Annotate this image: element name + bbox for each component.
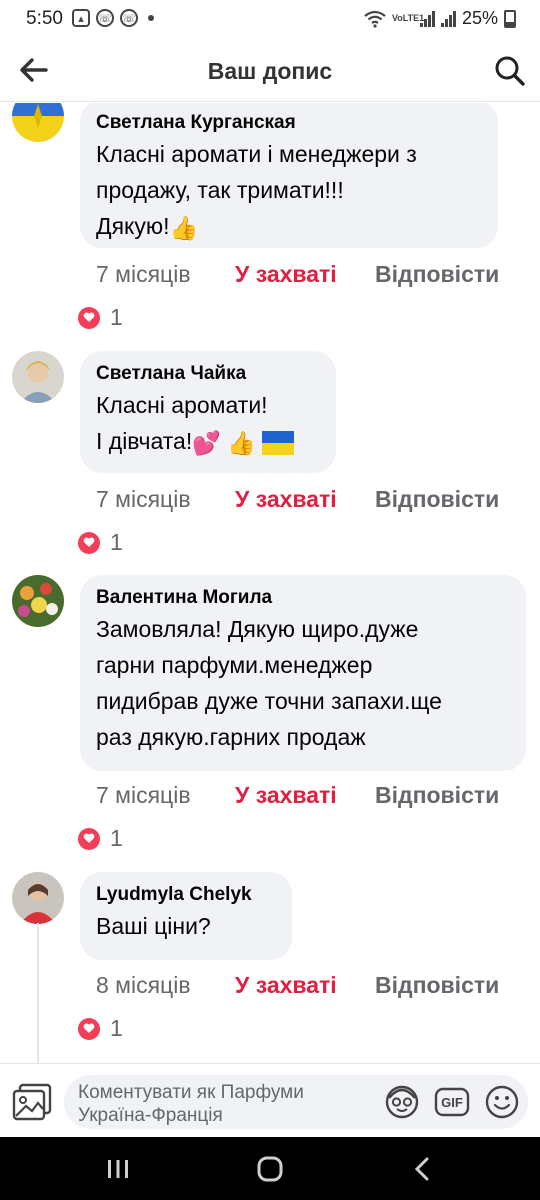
comment-actions: 7 місяців У захваті Відповісти [96,782,499,809]
comment-timestamp[interactable]: 7 місяців [96,486,235,513]
emoji-button[interactable] [484,1084,520,1120]
avatar[interactable] [12,351,64,403]
avatar[interactable] [12,872,64,924]
comment-author[interactable]: Валентина Могила [96,585,510,611]
comment-author[interactable]: Светлана Курганская [96,110,482,136]
gif-button[interactable]: GIF [434,1084,470,1120]
signal-icon-2 [440,10,456,27]
reaction-number: 1 [110,1015,123,1041]
heart-icon [78,531,100,554]
ukraine-flag-icon [262,430,295,455]
wifi-icon [364,10,386,28]
reaction-count[interactable]: 1 [78,529,123,556]
comment-timestamp[interactable]: 7 місяців [96,261,235,288]
comment-author[interactable]: Lyudmyla Chelyk [96,882,276,908]
heart-icon [78,1017,100,1040]
like-button[interactable]: У захваті [235,972,375,999]
comment-actions: 8 місяців У захваті Відповісти [96,972,499,999]
home-button[interactable] [250,1151,290,1187]
back-nav-button[interactable] [402,1151,442,1187]
user-photo-avatar [12,351,64,403]
reaction-count[interactable]: 1 [78,1015,123,1042]
reaction-number: 1 [110,304,123,330]
battery-percent: 25% [461,8,498,28]
viber-icon: ☏ [96,9,114,27]
comment-actions: 7 місяців У захваті Відповісти [96,486,499,513]
chevron-left-icon [414,1157,429,1181]
comment-bubble[interactable]: Светлана Чайка Класні аромати! І дівчата… [80,351,336,473]
notification-icons: ▴ ☏ ☏ [72,9,154,27]
volte-label: VoLTE1 [391,13,425,23]
heart-icon [78,827,100,850]
status-time: 5:50 [26,8,63,29]
like-button[interactable]: У захваті [235,782,375,809]
comment-text: продажу, так тримати!!! [96,177,344,203]
comment-actions: 7 місяців У захваті Відповісти [96,261,499,288]
comment-bubble[interactable]: Валентина Могила Замовляла! Дякую щиро.д… [80,575,526,771]
comment-input-placeholder: Коментувати як Парфуми Україна-Франція [78,1082,304,1126]
ukraine-flag-avatar [12,103,64,142]
flowers-avatar [12,575,64,627]
more-notifications-icon [148,15,154,21]
page-title: Ваш допис [207,58,333,84]
status-right: VoLTE1 25% [364,8,516,29]
reaction-number: 1 [110,529,123,555]
reply-button[interactable]: Відповісти [375,782,499,809]
comment-text: пидибрав дуже точни запахи.ще [96,688,442,714]
comment-text: Дякую!👍 [96,208,482,246]
comment-input[interactable]: Коментувати як Парфуми Україна-Франція G… [64,1075,528,1129]
comment-composer: Коментувати як Парфуми Україна-Франція G… [0,1063,540,1137]
comment-timestamp[interactable]: 7 місяців [96,782,235,809]
search-icon [495,56,525,86]
comment-text: раз дякую.гарних продаж [96,724,366,750]
recent-apps-button[interactable] [98,1151,138,1187]
photo-icon [12,1083,52,1121]
comment-text: Замовляла! Дякую щиро.дуже [96,616,419,642]
status-bar: 5:50 ▴ ☏ ☏ VoLTE1 25% [0,0,540,40]
add-photo-button[interactable] [12,1082,52,1122]
viber-icon-2: ☏ [120,9,138,27]
comment-bubble[interactable]: Светлана Курганская Класні аромати і мен… [80,103,498,248]
comment-text: гарни парфуми.менеджер [96,652,373,678]
comment-bubble[interactable]: Lyudmyla Chelyk Ваші ціни? [80,872,292,960]
user-photo-avatar [12,872,64,924]
avatar[interactable] [12,575,64,627]
reply-button[interactable]: Відповісти [375,261,499,288]
svg-text:GIF: GIF [441,1095,463,1110]
smiley-icon [485,1085,519,1119]
like-button[interactable]: У захваті [235,486,375,513]
comment-list[interactable]: Светлана Курганская Класні аромати і мен… [0,103,540,1063]
gallery-icon: ▴ [72,9,90,27]
thumbs-up-icon: 👍 [169,214,199,241]
header: Ваш допис [0,40,540,102]
home-icon [257,1156,283,1182]
comment-text: Ваші ціни? [96,913,211,939]
comment-text: Класні аромати і менеджери з [96,141,417,167]
avatar-sticker-icon [385,1085,419,1119]
comment-text: І дівчата!💕 👍 [96,423,320,461]
comment-text-part: Дякую! [96,213,170,239]
hearts-icon: 💕 [192,429,221,456]
thumbs-up-icon: 👍 [227,429,256,456]
recent-apps-icon [108,1160,128,1178]
comment-text: Класні аромати! [96,392,268,418]
comment-text-part: І дівчата! [96,428,193,454]
reply-thread-line [37,923,39,1063]
reaction-count[interactable]: 1 [78,825,123,852]
search-button[interactable] [490,52,530,90]
system-navigation-bar [0,1137,540,1200]
reply-button[interactable]: Відповісти [375,486,499,513]
reaction-count[interactable]: 1 [78,304,123,331]
avatar-sticker-button[interactable] [384,1084,420,1120]
avatar[interactable] [12,103,64,142]
gif-icon: GIF [434,1087,470,1117]
comment-author[interactable]: Светлана Чайка [96,361,320,387]
like-button[interactable]: У захваті [235,261,375,288]
heart-icon [78,306,100,329]
comment-timestamp[interactable]: 8 місяців [96,972,235,999]
signal-icon [419,10,435,27]
reaction-number: 1 [110,825,123,851]
reply-button[interactable]: Відповісти [375,972,499,999]
battery-icon [504,9,516,28]
